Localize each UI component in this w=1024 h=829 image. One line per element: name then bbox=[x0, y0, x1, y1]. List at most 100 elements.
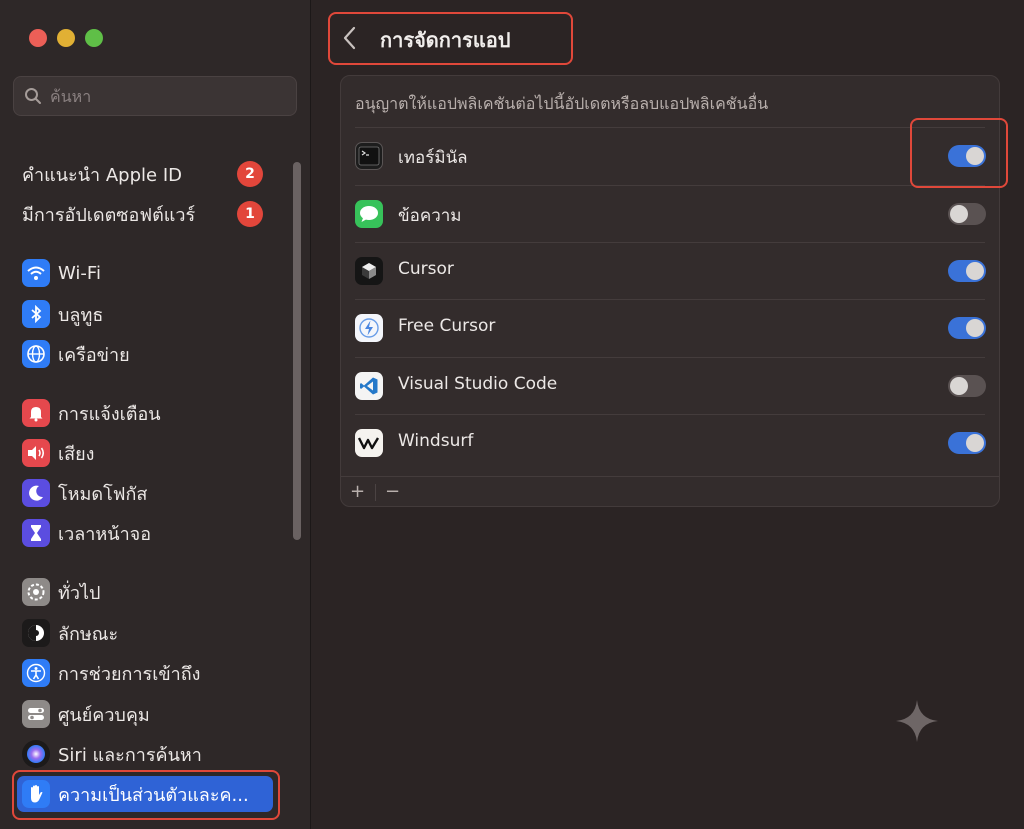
app-name: Free Cursor bbox=[398, 316, 496, 336]
list-item-vscode: Visual Studio Code bbox=[341, 357, 999, 414]
sidebar-item-software-update[interactable]: มีการอัปเดตซอฟต์แวร์ bbox=[22, 197, 195, 231]
close-window-button[interactable] bbox=[29, 29, 47, 47]
app-name: Visual Studio Code bbox=[398, 374, 558, 394]
sidebar-item-siri[interactable]: Siri และการค้นหา bbox=[22, 737, 202, 771]
add-app-button[interactable]: + bbox=[350, 481, 365, 502]
search-box[interactable] bbox=[13, 76, 297, 116]
bell-icon bbox=[22, 399, 50, 427]
toggle-vscode[interactable] bbox=[948, 375, 986, 397]
sidebar-item-label: เครือข่าย bbox=[58, 344, 130, 366]
remove-app-button[interactable]: − bbox=[385, 481, 400, 502]
sidebar-item-label: คำแนะนำ Apple ID bbox=[22, 164, 182, 186]
sidebar-item-label: Wi-Fi bbox=[58, 262, 101, 284]
list-footer: + − bbox=[341, 476, 999, 507]
list-item-terminal: เทอร์มินัล bbox=[341, 127, 999, 184]
cursor-app-icon bbox=[355, 257, 383, 285]
sidebar-item-label: การแจ้งเตือน bbox=[58, 403, 161, 425]
sidebar-item-notifications[interactable]: การแจ้งเตือน bbox=[22, 396, 161, 430]
row-divider bbox=[355, 414, 985, 415]
header: การจัดการแอป bbox=[312, 0, 1024, 72]
maximize-window-button[interactable] bbox=[85, 29, 103, 47]
sidebar-item-label: การช่วยการเข้าถึง bbox=[58, 663, 201, 685]
settings-window: คำแนะนำ Apple ID 2 มีการอัปเดตซอฟต์แวร์ … bbox=[0, 0, 1024, 829]
highlight-box-terminal-toggle bbox=[910, 118, 1008, 188]
toggle-knob bbox=[966, 262, 984, 280]
sidebar-item-general[interactable]: ทั่วไป bbox=[22, 575, 100, 609]
sidebar-item-focus[interactable]: โหมดโฟกัส bbox=[22, 476, 147, 510]
sidebar-item-network[interactable]: เครือข่าย bbox=[22, 337, 130, 371]
sidebar: คำแนะนำ Apple ID 2 มีการอัปเดตซอฟต์แวร์ … bbox=[0, 0, 311, 829]
sidebar-item-label: มีการอัปเดตซอฟต์แวร์ bbox=[22, 204, 196, 226]
toggle-knob bbox=[950, 205, 968, 223]
speaker-icon bbox=[22, 439, 50, 467]
sidebar-item-sound[interactable]: เสียง bbox=[22, 436, 94, 470]
main-panel: การจัดการแอป อนุญาตให้แอปพลิเคชันต่อไปนี… bbox=[312, 0, 1024, 829]
sidebar-item-screen-time[interactable]: เวลาหน้าจอ bbox=[22, 516, 151, 550]
app-name: ข้อความ bbox=[398, 206, 462, 226]
row-divider bbox=[355, 299, 985, 300]
row-divider bbox=[355, 185, 985, 186]
sidebar-item-accessibility[interactable]: การช่วยการเข้าถึง bbox=[22, 656, 200, 690]
sidebar-item-apple-id-suggestions[interactable]: คำแนะนำ Apple ID bbox=[22, 157, 182, 191]
sidebar-item-label: เวลาหน้าจอ bbox=[58, 523, 152, 545]
hand-icon bbox=[22, 780, 50, 808]
list-item-free-cursor: Free Cursor bbox=[341, 299, 999, 356]
card-description: อนุญาตให้แอปพลิเคชันต่อไปนี้อัปเดตหรือลบ… bbox=[355, 94, 769, 113]
sidebar-item-control-center[interactable]: ศูนย์ควบคุม bbox=[22, 697, 150, 731]
globe-icon bbox=[22, 340, 50, 368]
search-icon bbox=[25, 88, 41, 104]
bluetooth-icon bbox=[22, 300, 50, 328]
sidebar-item-label: ทั่วไป bbox=[58, 582, 101, 604]
toggle-cursor[interactable] bbox=[948, 260, 986, 282]
row-divider bbox=[355, 127, 985, 128]
traffic-lights bbox=[29, 29, 103, 47]
highlight-box-title bbox=[328, 12, 573, 65]
sidebar-item-label: เสียง bbox=[58, 443, 95, 465]
toggle-windsurf[interactable] bbox=[948, 432, 986, 454]
windsurf-icon bbox=[355, 429, 383, 457]
toggle-knob bbox=[950, 377, 968, 395]
sidebar-scrollbar[interactable] bbox=[293, 162, 301, 540]
toggle-knob bbox=[966, 434, 984, 452]
accessibility-icon bbox=[22, 659, 50, 687]
sidebar-item-appearance[interactable]: ลักษณะ bbox=[22, 616, 118, 650]
app-management-card: อนุญาตให้แอปพลิเคชันต่อไปนี้อัปเดตหรือลบ… bbox=[340, 75, 1000, 507]
wifi-icon bbox=[22, 259, 50, 287]
free-cursor-app-icon bbox=[355, 314, 383, 342]
gear-icon bbox=[22, 578, 50, 606]
sidebar-item-label: Siri และการค้นหา bbox=[58, 744, 202, 766]
sidebar-item-label: โหมดโฟกัส bbox=[58, 483, 148, 505]
sparkle-icon bbox=[896, 700, 938, 742]
messages-icon bbox=[355, 200, 383, 228]
vscode-icon bbox=[355, 372, 383, 400]
app-name: เทอร์มินัล bbox=[398, 148, 468, 168]
sidebar-item-bluetooth[interactable]: บลูทูธ bbox=[22, 297, 103, 331]
control-center-icon bbox=[22, 700, 50, 728]
app-name: Cursor bbox=[398, 259, 454, 279]
list-item-cursor: Cursor bbox=[341, 242, 999, 299]
minimize-window-button[interactable] bbox=[57, 29, 75, 47]
sidebar-item-label: ศูนย์ควบคุม bbox=[58, 704, 150, 726]
sidebar-item-label: บลูทูธ bbox=[58, 304, 104, 326]
sidebar-item-label: ความเป็นส่วนตัวและค... bbox=[58, 784, 249, 806]
list-item-messages: ข้อความ bbox=[341, 185, 999, 242]
notification-badge: 1 bbox=[237, 201, 263, 227]
toggle-messages[interactable] bbox=[948, 203, 986, 225]
appearance-icon bbox=[22, 619, 50, 647]
siri-icon bbox=[22, 740, 50, 768]
sidebar-item-privacy-security[interactable]: ความเป็นส่วนตัวและค... bbox=[22, 777, 249, 811]
app-name: Windsurf bbox=[398, 431, 474, 451]
toggle-free-cursor[interactable] bbox=[948, 317, 986, 339]
list-item-windsurf: Windsurf bbox=[341, 414, 999, 471]
moon-icon bbox=[22, 479, 50, 507]
terminal-icon bbox=[355, 142, 383, 170]
notification-badge: 2 bbox=[237, 161, 263, 187]
row-divider bbox=[355, 242, 985, 243]
footer-divider bbox=[375, 484, 376, 501]
toggle-knob bbox=[966, 319, 984, 337]
sidebar-item-label: ลักษณะ bbox=[58, 623, 119, 645]
row-divider bbox=[355, 357, 985, 358]
hourglass-icon bbox=[22, 519, 50, 547]
sidebar-item-wifi[interactable]: Wi-Fi bbox=[22, 256, 101, 290]
search-input[interactable] bbox=[50, 86, 280, 106]
